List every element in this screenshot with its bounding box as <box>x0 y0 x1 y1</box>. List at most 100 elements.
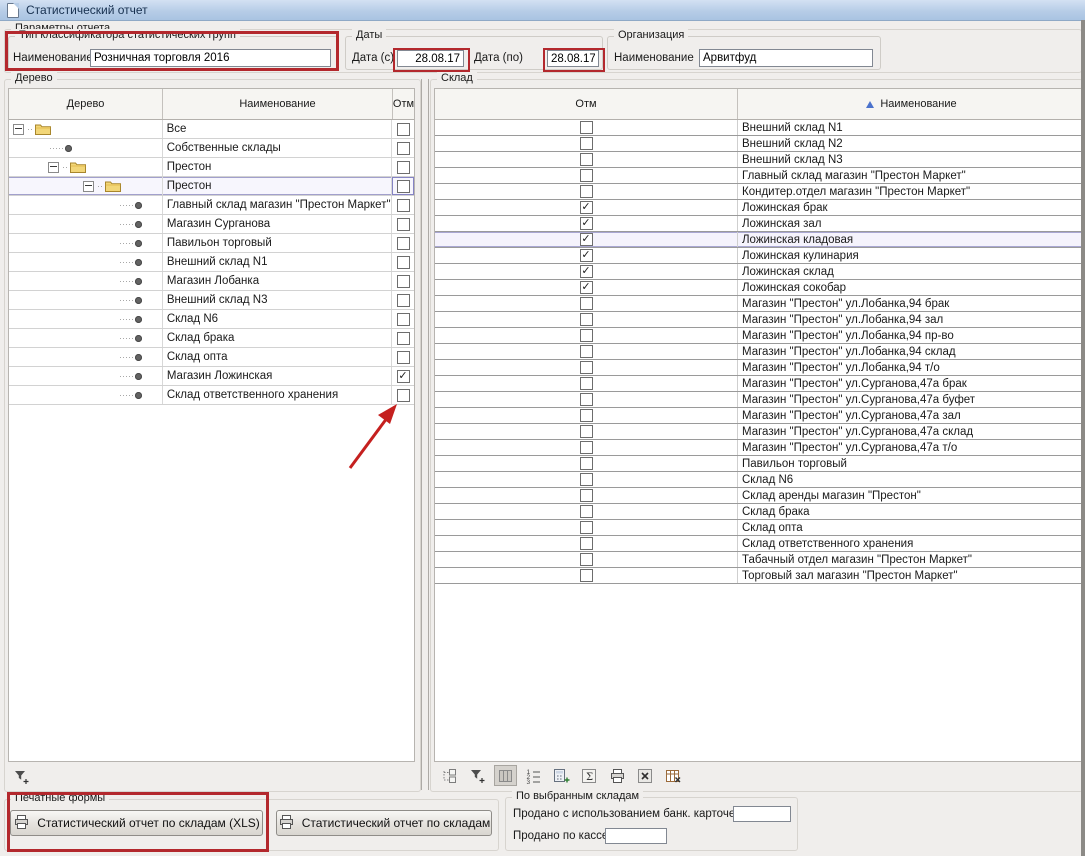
row-checkbox[interactable] <box>580 473 593 486</box>
tree-col-header-name[interactable]: Наименование <box>163 89 393 119</box>
warehouse-row[interactable]: Магазин "Престон" ул.Сурганова,47а склад <box>435 424 1085 440</box>
grid-remove-icon[interactable] <box>662 765 685 786</box>
row-checkbox[interactable] <box>580 329 593 342</box>
warehouse-row[interactable]: Склад N6 <box>435 472 1085 488</box>
date-from-input[interactable] <box>397 50 464 67</box>
excel-export-icon[interactable] <box>634 765 657 786</box>
tree-node-cell[interactable]: ····· <box>9 348 163 366</box>
row-checkbox[interactable] <box>580 553 593 566</box>
row-checkbox[interactable]: ✓ <box>580 217 593 230</box>
warehouse-row[interactable]: ✓Ложинская брак <box>435 200 1085 216</box>
tree-row[interactable]: ··Престон <box>9 158 414 177</box>
window-titlebar[interactable]: Статистический отчет <box>0 0 1085 21</box>
row-checkbox[interactable] <box>580 121 593 134</box>
tree-col-header-mark[interactable]: Отм <box>393 89 414 119</box>
row-checkbox[interactable] <box>580 393 593 406</box>
tree-node-cell[interactable]: ····· <box>9 310 163 328</box>
warehouse-row[interactable]: Внешний склад N3 <box>435 152 1085 168</box>
filter-plus-icon[interactable] <box>466 765 489 786</box>
tree-node-cell[interactable]: ·· <box>9 177 163 195</box>
row-checkbox[interactable] <box>580 569 593 582</box>
row-checkbox[interactable] <box>397 161 410 174</box>
tree-row[interactable]: ·····Склад ответственного хранения <box>9 386 414 405</box>
tree-col-header-tree[interactable]: Дерево <box>9 89 163 119</box>
row-checkbox[interactable] <box>580 537 593 550</box>
report-button[interactable]: Статистический отчет по складам <box>276 810 492 836</box>
tree-row[interactable]: ·····Внешний склад N1 <box>9 253 414 272</box>
row-checkbox[interactable]: ✓ <box>580 201 593 214</box>
warehouse-col-header-name[interactable]: Наименование <box>738 89 1085 119</box>
row-checkbox[interactable] <box>580 169 593 182</box>
warehouse-row[interactable]: Торговый зал магазин "Престон Маркет" <box>435 568 1085 584</box>
numbered-list-icon[interactable]: 123 <box>522 765 545 786</box>
group-tree-icon[interactable] <box>438 765 461 786</box>
row-checkbox[interactable] <box>580 489 593 502</box>
row-checkbox[interactable] <box>397 199 410 212</box>
warehouse-col-header-mark[interactable]: Отм <box>435 89 738 119</box>
row-checkbox[interactable] <box>580 313 593 326</box>
row-checkbox[interactable] <box>397 275 410 288</box>
row-checkbox[interactable] <box>580 505 593 518</box>
row-checkbox[interactable] <box>580 409 593 422</box>
warehouse-row[interactable]: Склад аренды магазин "Престон" <box>435 488 1085 504</box>
tree-row[interactable]: ·····Магазин Лобанка <box>9 272 414 291</box>
row-checkbox[interactable] <box>397 180 410 193</box>
warehouse-row[interactable]: Магазин "Престон" ул.Сурганова,47а брак <box>435 376 1085 392</box>
row-checkbox[interactable] <box>397 313 410 326</box>
tree-row[interactable]: ·····Склад опта <box>9 348 414 367</box>
row-checkbox[interactable] <box>580 457 593 470</box>
tree-node-cell[interactable]: ····· <box>9 329 163 347</box>
row-checkbox[interactable] <box>580 297 593 310</box>
tree-row[interactable]: ·····Магазин Ложинская✓ <box>9 367 414 386</box>
tree-row[interactable]: ·····Склад N6 <box>9 310 414 329</box>
filter-plus-icon[interactable] <box>10 766 33 787</box>
warehouse-row[interactable]: Внешний склад N2 <box>435 136 1085 152</box>
tree-row[interactable]: ·····Павильон торговый <box>9 234 414 253</box>
warehouse-row[interactable]: Магазин "Престон" ул.Лобанка,94 зал <box>435 312 1085 328</box>
tree-row[interactable]: ·····Собственные склады <box>9 139 414 158</box>
organization-name-input[interactable] <box>699 49 873 67</box>
warehouse-row[interactable]: Склад опта <box>435 520 1085 536</box>
warehouse-row[interactable]: Магазин "Престон" ул.Лобанка,94 брак <box>435 296 1085 312</box>
tree-node-cell[interactable]: ····· <box>9 253 163 271</box>
collapse-expander-icon[interactable] <box>13 124 24 135</box>
tree-row[interactable]: ··Престон <box>9 177 414 196</box>
classifier-name-input[interactable] <box>90 49 331 67</box>
row-checkbox[interactable] <box>397 142 410 155</box>
warehouse-row[interactable]: ✓Ложинская зал <box>435 216 1085 232</box>
warehouse-row[interactable]: Магазин "Престон" ул.Сурганова,47а т/о <box>435 440 1085 456</box>
tree-row[interactable]: ··Все <box>9 120 414 139</box>
date-to-input[interactable] <box>547 50 599 67</box>
warehouse-row[interactable]: Табачный отдел магазин "Престон Маркет" <box>435 552 1085 568</box>
row-checkbox[interactable] <box>580 425 593 438</box>
tree-node-cell[interactable]: ····· <box>9 215 163 233</box>
row-checkbox[interactable] <box>580 345 593 358</box>
columns-icon[interactable] <box>494 765 517 786</box>
tree-node-cell[interactable]: ····· <box>9 272 163 290</box>
row-checkbox[interactable]: ✓ <box>580 265 593 278</box>
bank-cards-input[interactable] <box>733 806 791 822</box>
tree-node-cell[interactable]: ····· <box>9 386 163 404</box>
row-checkbox[interactable] <box>397 332 410 345</box>
cash-input[interactable] <box>605 828 667 844</box>
row-checkbox[interactable] <box>397 256 410 269</box>
tree-row[interactable]: ·····Внешний склад N3 <box>9 291 414 310</box>
tree-row[interactable]: ·····Главный склад магазин "Престон Марк… <box>9 196 414 215</box>
row-checkbox[interactable] <box>397 218 410 231</box>
warehouse-row[interactable]: ✓Ложинская склад <box>435 264 1085 280</box>
tree-node-cell[interactable]: ····· <box>9 291 163 309</box>
tree-row[interactable]: ·····Склад брака <box>9 329 414 348</box>
row-checkbox[interactable] <box>397 294 410 307</box>
calculator-plus-icon[interactable] <box>550 765 573 786</box>
warehouse-row[interactable]: Склад ответственного хранения <box>435 536 1085 552</box>
tree-node-cell[interactable]: ·· <box>9 120 163 138</box>
warehouse-row[interactable]: Магазин "Престон" ул.Лобанка,94 склад <box>435 344 1085 360</box>
warehouse-row[interactable]: Магазин "Престон" ул.Сурганова,47а буфет <box>435 392 1085 408</box>
tree-node-cell[interactable]: ····· <box>9 234 163 252</box>
warehouse-row[interactable]: Главный склад магазин "Престон Маркет" <box>435 168 1085 184</box>
warehouse-row[interactable]: ✓Ложинская кладовая <box>435 232 1085 248</box>
print-icon[interactable] <box>606 765 629 786</box>
tree-node-cell[interactable]: ····· <box>9 196 163 214</box>
row-checkbox[interactable] <box>397 123 410 136</box>
row-checkbox[interactable] <box>397 237 410 250</box>
